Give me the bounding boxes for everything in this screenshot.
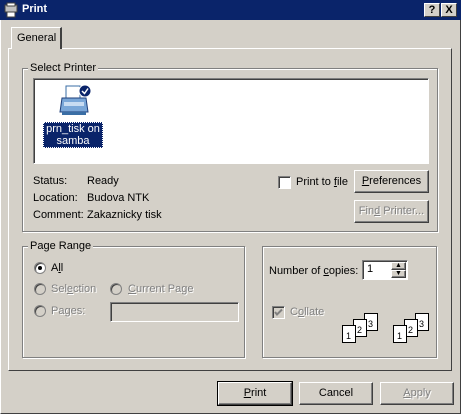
apply-button[interactable]: Apply: [380, 382, 454, 405]
comment-label: Comment:: [33, 209, 84, 221]
tab-general[interactable]: General: [11, 27, 62, 49]
printer-name-line1: prn_tisk on: [46, 123, 100, 135]
number-of-copies-label: Number of copies:: [269, 265, 359, 277]
windows-logo-icon: [4, 2, 18, 18]
window-title: Print: [22, 3, 48, 15]
current-page-label[interactable]: Current Page: [128, 283, 193, 295]
title-bar[interactable]: Print ? X: [0, 0, 461, 20]
collate-label[interactable]: Collate: [290, 306, 324, 318]
pages-label[interactable]: Pages:: [51, 305, 85, 317]
printer-name-line2: samba: [56, 135, 90, 147]
page-range-legend: Page Range: [28, 240, 94, 252]
copies-value: 1: [367, 263, 374, 275]
print-to-file-label[interactable]: Print to file: [296, 176, 348, 188]
cancel-button[interactable]: Cancel: [299, 382, 373, 405]
location-value: Budova NTK: [87, 192, 150, 204]
collate-page: 1: [342, 325, 356, 343]
find-printer-button[interactable]: Find Printer...: [354, 200, 429, 223]
printer-icon[interactable]: [58, 84, 92, 118]
printer-item-label[interactable]: prn_tisk on samba: [43, 122, 103, 148]
selection-label[interactable]: Selection: [51, 283, 96, 295]
default-check-icon: [78, 84, 92, 98]
collate-page: 1: [393, 325, 407, 343]
selection-radio[interactable]: [34, 283, 46, 295]
spinner-up-icon[interactable]: ▲: [391, 262, 406, 270]
collate-check-icon: [274, 308, 283, 316]
status-label: Status:: [33, 175, 68, 187]
current-page-radio[interactable]: [110, 283, 122, 295]
pages-input[interactable]: [110, 302, 239, 322]
preferences-button[interactable]: Preferences: [354, 170, 429, 193]
select-printer-legend: Select Printer: [28, 62, 99, 74]
printer-list[interactable]: [33, 78, 429, 164]
all-radio[interactable]: [34, 262, 46, 274]
location-label: Location:: [33, 192, 78, 204]
tab-general-label: General: [17, 32, 57, 44]
pages-radio[interactable]: [34, 305, 46, 317]
print-button[interactable]: Print: [217, 381, 293, 406]
all-label[interactable]: All: [51, 262, 63, 274]
status-value: Ready: [87, 175, 119, 187]
comment-value: Zakaznicky tisk: [87, 209, 162, 221]
close-button[interactable]: X: [441, 3, 457, 17]
help-button[interactable]: ?: [424, 3, 440, 17]
collate-checkbox[interactable]: [272, 306, 285, 319]
print-to-file-checkbox[interactable]: [278, 176, 291, 189]
spinner-down-icon[interactable]: ▼: [391, 270, 406, 278]
